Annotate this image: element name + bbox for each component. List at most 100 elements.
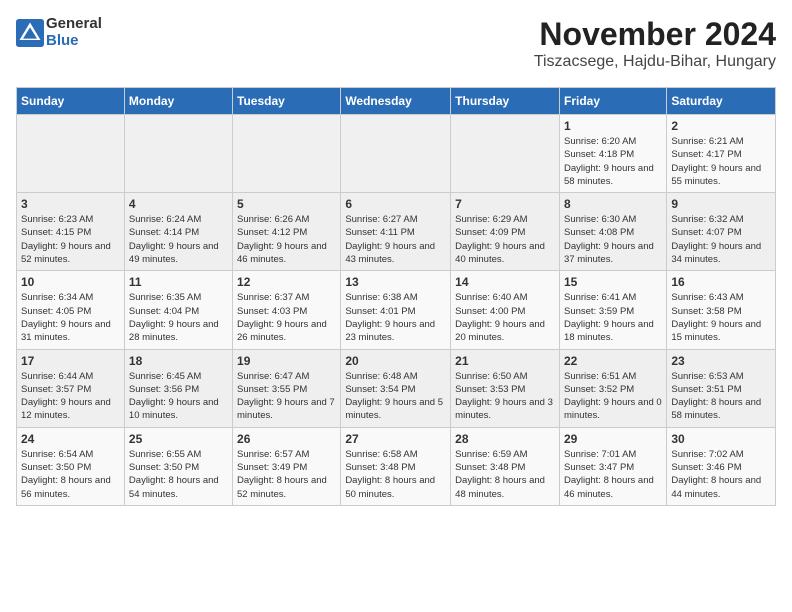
calendar-cell: 12 Sunrise: 6:37 AM Sunset: 4:03 PM Dayli… <box>233 271 341 349</box>
generalblue-icon <box>16 19 44 47</box>
calendar-cell: 7Sunrise: 6:29 AM Sunset: 4:09 PM Daylig… <box>451 193 560 271</box>
day-number: 16 <box>671 275 771 289</box>
day-info: Sunrise: 6:37 AM Sunset: 4:03 PM Dayligh… <box>237 291 336 344</box>
calendar-cell: 25 Sunrise: 6:55 AM Sunset: 3:50 PM Dayli… <box>124 427 232 505</box>
calendar-cell: 30 Sunrise: 7:02 AM Sunset: 3:46 PM Dayli… <box>667 427 776 505</box>
day-info: Sunrise: 7:02 AM Sunset: 3:46 PM Dayligh… <box>671 448 771 501</box>
day-info: Sunrise: 6:30 AM Sunset: 4:08 PM Dayligh… <box>564 213 662 266</box>
day-info: Sunrise: 6:55 AM Sunset: 3:50 PM Dayligh… <box>129 448 228 501</box>
day-info: Sunrise: 6:47 AM Sunset: 3:55 PM Dayligh… <box>237 370 336 423</box>
location: Tiszacsege, Hajdu-Bihar, Hungary <box>534 53 776 71</box>
day-number: 11 <box>129 275 228 289</box>
day-number: 15 <box>564 275 662 289</box>
day-number: 21 <box>455 354 555 368</box>
month-year: November 2024 <box>534 16 776 53</box>
calendar-cell: 20 Sunrise: 6:48 AM Sunset: 3:54 PM Dayli… <box>341 349 451 427</box>
day-number: 29 <box>564 432 662 446</box>
calendar-cell <box>124 115 232 193</box>
day-info: Sunrise: 6:48 AM Sunset: 3:54 PM Dayligh… <box>345 370 446 423</box>
calendar-cell: 24 Sunrise: 6:54 AM Sunset: 3:50 PM Dayli… <box>17 427 125 505</box>
calendar-body: 1Sunrise: 6:20 AM Sunset: 4:18 PM Daylig… <box>17 115 776 506</box>
day-number: 30 <box>671 432 771 446</box>
calendar-cell: 21 Sunrise: 6:50 AM Sunset: 3:53 PM Dayli… <box>451 349 560 427</box>
day-info: Sunrise: 6:20 AM Sunset: 4:18 PM Dayligh… <box>564 135 662 188</box>
calendar-cell: 14 Sunrise: 6:40 AM Sunset: 4:00 PM Dayli… <box>451 271 560 349</box>
day-info: Sunrise: 6:40 AM Sunset: 4:00 PM Dayligh… <box>455 291 555 344</box>
day-info: Sunrise: 6:57 AM Sunset: 3:49 PM Dayligh… <box>237 448 336 501</box>
day-number: 24 <box>21 432 120 446</box>
day-number: 3 <box>21 197 120 211</box>
day-number: 18 <box>129 354 228 368</box>
calendar-cell: 2 Sunrise: 6:21 AM Sunset: 4:17 PM Daylig… <box>667 115 776 193</box>
calendar-cell: 29Sunrise: 7:01 AM Sunset: 3:47 PM Dayli… <box>559 427 666 505</box>
day-info: Sunrise: 6:21 AM Sunset: 4:17 PM Dayligh… <box>671 135 771 188</box>
day-info: Sunrise: 6:34 AM Sunset: 4:05 PM Dayligh… <box>21 291 120 344</box>
day-info: Sunrise: 6:32 AM Sunset: 4:07 PM Dayligh… <box>671 213 771 266</box>
day-number: 8 <box>564 197 662 211</box>
calendar-cell <box>451 115 560 193</box>
day-info: Sunrise: 6:26 AM Sunset: 4:12 PM Dayligh… <box>237 213 336 266</box>
calendar-cell <box>17 115 125 193</box>
calendar-cell: 3Sunrise: 6:23 AM Sunset: 4:15 PM Daylig… <box>17 193 125 271</box>
day-number: 22 <box>564 354 662 368</box>
weekday-header-row: SundayMondayTuesdayWednesdayThursdayFrid… <box>17 88 776 115</box>
logo-blue: Blue <box>46 33 102 50</box>
calendar-cell: 13 Sunrise: 6:38 AM Sunset: 4:01 PM Dayli… <box>341 271 451 349</box>
calendar-cell: 11Sunrise: 6:35 AM Sunset: 4:04 PM Dayli… <box>124 271 232 349</box>
calendar-cell: 17 Sunrise: 6:44 AM Sunset: 3:57 PM Dayli… <box>17 349 125 427</box>
day-number: 7 <box>455 197 555 211</box>
weekday-header-wednesday: Wednesday <box>341 88 451 115</box>
day-number: 13 <box>345 275 446 289</box>
title-section: November 2024 Tiszacsege, Hajdu-Bihar, H… <box>534 16 776 71</box>
calendar-cell <box>233 115 341 193</box>
calendar-cell: 27 Sunrise: 6:58 AM Sunset: 3:48 PM Dayli… <box>341 427 451 505</box>
day-number: 17 <box>21 354 120 368</box>
day-number: 4 <box>129 197 228 211</box>
calendar-table: SundayMondayTuesdayWednesdayThursdayFrid… <box>16 87 776 506</box>
weekday-header-sunday: Sunday <box>17 88 125 115</box>
logo: General Blue <box>16 16 102 49</box>
day-info: Sunrise: 6:43 AM Sunset: 3:58 PM Dayligh… <box>671 291 771 344</box>
day-number: 20 <box>345 354 446 368</box>
day-number: 25 <box>129 432 228 446</box>
calendar-cell: 4Sunrise: 6:24 AM Sunset: 4:14 PM Daylig… <box>124 193 232 271</box>
day-info: Sunrise: 6:50 AM Sunset: 3:53 PM Dayligh… <box>455 370 555 423</box>
day-info: Sunrise: 6:44 AM Sunset: 3:57 PM Dayligh… <box>21 370 120 423</box>
logo-general: General <box>46 16 102 33</box>
day-number: 26 <box>237 432 336 446</box>
calendar-cell: 28 Sunrise: 6:59 AM Sunset: 3:48 PM Dayli… <box>451 427 560 505</box>
day-number: 9 <box>671 197 771 211</box>
calendar-cell: 23Sunrise: 6:53 AM Sunset: 3:51 PM Dayli… <box>667 349 776 427</box>
logo-text: General Blue <box>46 16 102 49</box>
weekday-header-friday: Friday <box>559 88 666 115</box>
day-number: 23 <box>671 354 771 368</box>
day-info: Sunrise: 6:54 AM Sunset: 3:50 PM Dayligh… <box>21 448 120 501</box>
day-number: 28 <box>455 432 555 446</box>
calendar-week-row: 10 Sunrise: 6:34 AM Sunset: 4:05 PM Dayli… <box>17 271 776 349</box>
top-bar: General Blue November 2024 Tiszacsege, H… <box>16 16 776 79</box>
calendar-cell: 1Sunrise: 6:20 AM Sunset: 4:18 PM Daylig… <box>559 115 666 193</box>
calendar-cell: 19Sunrise: 6:47 AM Sunset: 3:55 PM Dayli… <box>233 349 341 427</box>
calendar-cell: 18 Sunrise: 6:45 AM Sunset: 3:56 PM Dayli… <box>124 349 232 427</box>
day-info: Sunrise: 6:58 AM Sunset: 3:48 PM Dayligh… <box>345 448 446 501</box>
day-info: Sunrise: 6:27 AM Sunset: 4:11 PM Dayligh… <box>345 213 446 266</box>
day-info: Sunrise: 6:41 AM Sunset: 3:59 PM Dayligh… <box>564 291 662 344</box>
weekday-header-thursday: Thursday <box>451 88 560 115</box>
calendar-cell: 5 Sunrise: 6:26 AM Sunset: 4:12 PM Daylig… <box>233 193 341 271</box>
weekday-header-monday: Monday <box>124 88 232 115</box>
day-number: 2 <box>671 119 771 133</box>
weekday-header-tuesday: Tuesday <box>233 88 341 115</box>
day-number: 10 <box>21 275 120 289</box>
day-number: 6 <box>345 197 446 211</box>
calendar-cell <box>341 115 451 193</box>
day-number: 14 <box>455 275 555 289</box>
day-number: 12 <box>237 275 336 289</box>
day-info: Sunrise: 6:38 AM Sunset: 4:01 PM Dayligh… <box>345 291 446 344</box>
calendar-cell: 22Sunrise: 6:51 AM Sunset: 3:52 PM Dayli… <box>559 349 666 427</box>
day-info: Sunrise: 6:59 AM Sunset: 3:48 PM Dayligh… <box>455 448 555 501</box>
calendar-cell: 10 Sunrise: 6:34 AM Sunset: 4:05 PM Dayli… <box>17 271 125 349</box>
day-number: 27 <box>345 432 446 446</box>
calendar-cell: 8 Sunrise: 6:30 AM Sunset: 4:08 PM Daylig… <box>559 193 666 271</box>
day-number: 5 <box>237 197 336 211</box>
day-info: Sunrise: 6:45 AM Sunset: 3:56 PM Dayligh… <box>129 370 228 423</box>
